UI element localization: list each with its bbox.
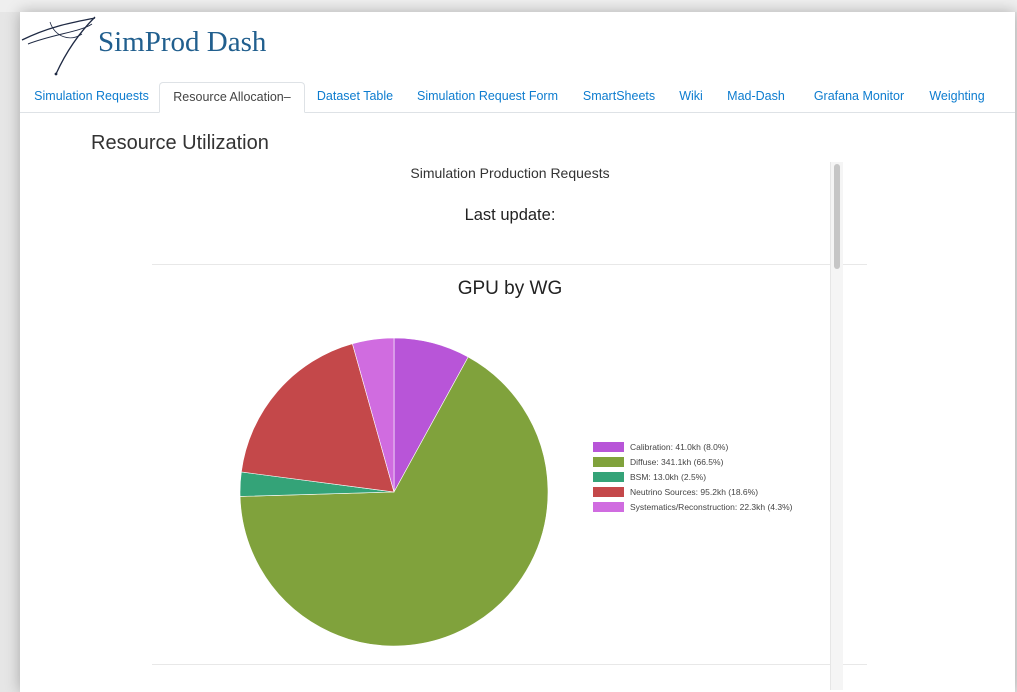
tab-dataset-table[interactable]: Dataset Table bbox=[315, 82, 395, 112]
legend-label: Neutrino Sources: 95.2kh (18.6%) bbox=[630, 487, 759, 497]
legend-swatch bbox=[593, 487, 624, 497]
tab-resource-allocation[interactable]: Resource Allocation– bbox=[159, 82, 305, 113]
tab-weighting[interactable]: Weighting bbox=[927, 82, 987, 112]
legend-label: Diffuse: 341.1kh (66.5%) bbox=[630, 457, 724, 467]
background-window-strip bbox=[0, 0, 1017, 12]
legend-swatch bbox=[593, 472, 624, 482]
tab-simulation-request-form[interactable]: Simulation Request Form bbox=[415, 82, 560, 112]
legend-label: BSM: 13.0kh (2.5%) bbox=[630, 472, 707, 482]
page-title: Resource Utilization bbox=[91, 132, 269, 154]
legend-label: Systematics/Reconstruction: 22.3kh (4.3%… bbox=[630, 502, 793, 512]
panel-scrollbar[interactable] bbox=[830, 162, 843, 690]
tab-smartsheets[interactable]: SmartSheets bbox=[580, 82, 658, 112]
chart-panel: Simulation Production Requests Last upda… bbox=[115, 160, 925, 692]
app-brand-title[interactable]: SimProd Dash bbox=[98, 26, 266, 59]
scrollbar-thumb[interactable] bbox=[834, 164, 840, 269]
pie-chart bbox=[239, 337, 549, 647]
app-window: SimProd Dash Simulation Requests Resourc… bbox=[20, 12, 1015, 692]
legend-swatch bbox=[593, 502, 624, 512]
tab-wiki[interactable]: Wiki bbox=[677, 82, 705, 112]
tab-simulation-requests[interactable]: Simulation Requests bbox=[34, 82, 149, 112]
legend-swatch bbox=[593, 442, 624, 452]
legend-swatch bbox=[593, 457, 624, 467]
main-nav-tabs: Simulation Requests Resource Allocation–… bbox=[20, 82, 1015, 113]
legend-label: Calibration: 41.0kh (8.0%) bbox=[630, 442, 729, 452]
divider bbox=[152, 664, 867, 665]
tab-mad-dash[interactable]: Mad-Dash bbox=[726, 82, 786, 112]
tab-grafana-monitor[interactable]: Grafana Monitor bbox=[809, 82, 909, 112]
